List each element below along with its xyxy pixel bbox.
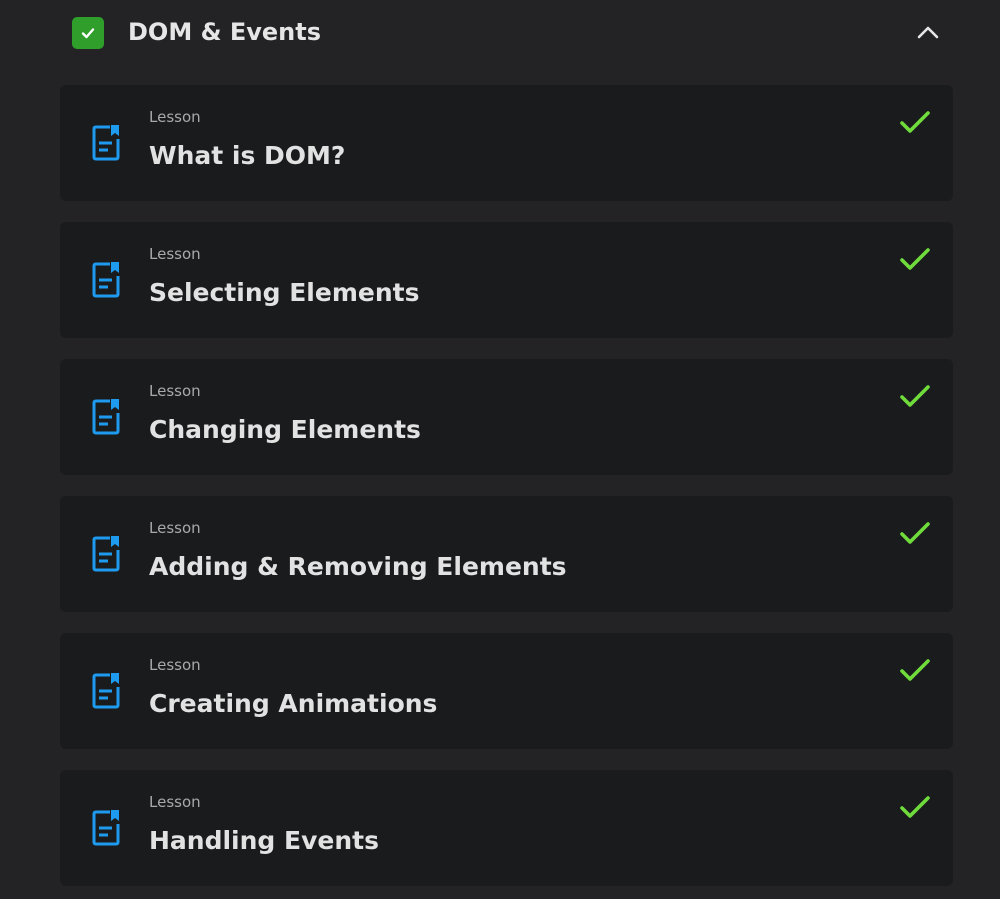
lesson-item[interactable]: Lesson Creating Animations: [60, 633, 953, 749]
lesson-type-label: Lesson: [149, 382, 201, 400]
lesson-title: Adding & Removing Elements: [149, 552, 567, 581]
lesson-title: What is DOM?: [149, 141, 346, 170]
lesson-title: Changing Elements: [149, 415, 421, 444]
lesson-item[interactable]: Lesson What is DOM?: [60, 85, 953, 201]
lesson-type-label: Lesson: [149, 108, 201, 126]
checkmark-icon: [899, 246, 931, 274]
lesson-list: Lesson What is DOM? Lesson Selecting Ele…: [60, 85, 953, 899]
checkmark-icon: [899, 520, 931, 548]
checkbox-checked-icon: [72, 17, 104, 49]
lesson-type-label: Lesson: [149, 519, 201, 537]
document-bookmark-icon: [90, 123, 122, 163]
section-title: DOM & Events: [128, 18, 322, 46]
lesson-title: Creating Animations: [149, 689, 438, 718]
lesson-type-label: Lesson: [149, 245, 201, 263]
lesson-item[interactable]: Lesson Changing Elements: [60, 359, 953, 475]
checkmark-icon: [899, 657, 931, 685]
checkmark-icon: [899, 109, 931, 137]
lesson-title: Selecting Elements: [149, 278, 420, 307]
document-bookmark-icon: [90, 534, 122, 574]
section-header-dom-events[interactable]: DOM & Events: [60, 0, 953, 68]
lesson-item[interactable]: Lesson Selecting Elements: [60, 222, 953, 338]
document-bookmark-icon: [90, 808, 122, 848]
lesson-type-label: Lesson: [149, 793, 201, 811]
lesson-type-label: Lesson: [149, 656, 201, 674]
lesson-item[interactable]: Lesson Adding & Removing Elements: [60, 496, 953, 612]
document-bookmark-icon: [90, 671, 122, 711]
checkmark-icon: [899, 383, 931, 411]
lesson-item[interactable]: Lesson Handling Events: [60, 770, 953, 886]
document-bookmark-icon: [90, 397, 122, 437]
chevron-up-icon[interactable]: [915, 20, 941, 46]
document-bookmark-icon: [90, 260, 122, 300]
checkmark-icon: [899, 794, 931, 822]
course-section: DOM & Events Lesson What is DOM? Lesson …: [0, 0, 1000, 899]
lesson-title: Handling Events: [149, 826, 379, 855]
